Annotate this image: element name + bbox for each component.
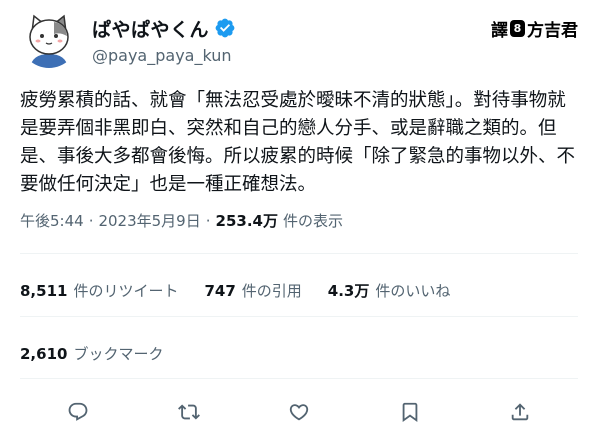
reply-button[interactable] bbox=[62, 396, 94, 428]
quotes-count: 747 bbox=[204, 281, 236, 300]
engagement-stats: 8,511 件のリツイート 747 件の引用 4.3万 件のいいね bbox=[20, 280, 476, 301]
display-name-row: ぱやぱやくん bbox=[92, 14, 236, 42]
meta-separator-2: · bbox=[205, 211, 211, 230]
watermark-prefix: 譯 bbox=[491, 21, 508, 41]
action-bar bbox=[20, 396, 578, 428]
divider bbox=[20, 316, 578, 317]
divider bbox=[20, 378, 578, 379]
retweets-stat[interactable]: 8,511 件のリツイート bbox=[20, 280, 178, 301]
bookmarks-count: 2,610 bbox=[20, 344, 68, 363]
bookmarks-stat[interactable]: 2,610 ブックマーク bbox=[20, 343, 163, 364]
tweet-date[interactable]: 2023年5月9日 bbox=[98, 210, 200, 231]
retweets-count: 8,511 bbox=[20, 281, 68, 300]
user-names: ぱやぱやくん @paya_paya_kun bbox=[92, 14, 236, 65]
retweet-icon bbox=[178, 404, 200, 420]
tweet-time[interactable]: 午後5:44 bbox=[20, 210, 84, 231]
retweet-button[interactable] bbox=[173, 396, 205, 428]
cat-avatar-icon bbox=[20, 10, 78, 68]
tweet-text: 疲勞累積的話、就會「無法忍受處於曖昧不清的狀態」。對待事物就是要弄個非黑即白、突… bbox=[20, 90, 576, 195]
heart-icon bbox=[289, 404, 309, 421]
bookmark-icon bbox=[402, 402, 418, 423]
views-count: 253.4万 bbox=[215, 212, 278, 230]
meta-separator: · bbox=[88, 211, 94, 230]
share-button[interactable] bbox=[504, 396, 536, 428]
likes-label: 件のいいね bbox=[375, 282, 451, 300]
bookmarks-label: ブックマーク bbox=[73, 345, 164, 363]
watermark-text: 方吉君 bbox=[527, 21, 578, 41]
views-label: 件の表示 bbox=[282, 212, 343, 230]
display-name[interactable]: ぱやぱやくん bbox=[92, 15, 209, 42]
likes-stat[interactable]: 4.3万 件のいいね bbox=[328, 280, 451, 301]
tweet-meta: 午後5:44 · 2023年5月9日 · 253.4万 件の表示 bbox=[20, 210, 343, 231]
translator-watermark: 譯 8 方吉君 bbox=[491, 16, 578, 41]
bookmark-button[interactable] bbox=[394, 396, 426, 428]
quotes-label: 件の引用 bbox=[241, 282, 302, 300]
avatar[interactable] bbox=[20, 10, 78, 68]
likes-count: 4.3万 bbox=[327, 282, 370, 300]
share-icon bbox=[511, 403, 529, 421]
retweets-label: 件のリツイート bbox=[73, 282, 179, 300]
reply-icon bbox=[68, 402, 88, 421]
watermark-badge: 8 bbox=[510, 20, 525, 37]
quotes-stat[interactable]: 747 件の引用 bbox=[204, 280, 301, 301]
verified-badge-icon bbox=[214, 17, 236, 39]
divider bbox=[20, 253, 578, 254]
user-handle[interactable]: @paya_paya_kun bbox=[92, 46, 236, 65]
like-button[interactable] bbox=[283, 396, 315, 428]
